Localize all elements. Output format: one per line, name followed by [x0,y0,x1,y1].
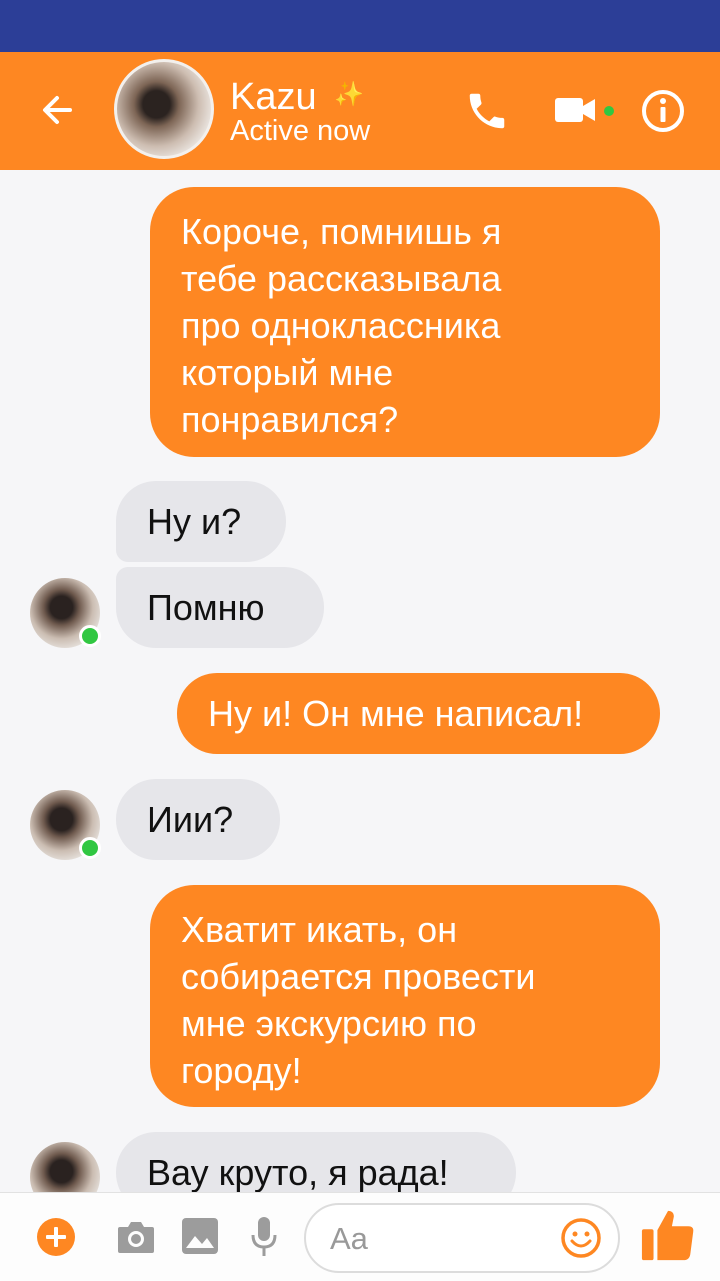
message-input-placeholder: Aa [330,1221,368,1256]
message-thread[interactable]: Короче, помнишь я тебе рассказывала про … [0,170,720,1192]
contact-status: Active now [230,115,371,147]
conversation-header: Kazu ✨ Active now [0,52,720,170]
incoming-message[interactable]: Вау круто, я рада! [116,1132,516,1192]
message-line: мне экскурсию по [181,1003,477,1044]
message-line: Короче, помнишь я [181,211,502,252]
message-line: который мне [181,352,394,393]
status-bar [0,0,720,52]
message-text: Помню [147,587,265,628]
message-text: Иии? [147,799,234,840]
emoji-icon[interactable] [560,1217,602,1259]
microphone-icon[interactable] [249,1215,279,1259]
sender-avatar[interactable] [30,1142,100,1192]
message-line: собирается провести [181,956,536,997]
contact-avatar[interactable] [114,59,214,159]
gallery-icon[interactable] [181,1217,219,1255]
sparkle-icon: ✨ [334,81,364,108]
message-composer: Aa [0,1192,720,1281]
phone-call-icon[interactable] [464,88,510,134]
incoming-message[interactable]: Помню [116,567,324,648]
outgoing-message[interactable]: Короче, помнишь я тебе рассказывала про … [150,187,660,457]
message-text: Ну и! Он мне написал! [208,693,584,734]
incoming-message[interactable]: Ну и? [116,481,286,562]
online-status-dot [79,625,101,647]
online-status-dot [79,837,101,859]
info-icon[interactable] [640,88,686,134]
back-arrow-icon[interactable] [30,82,86,138]
outgoing-message[interactable]: Хватит икать, он собирается провести мне… [150,885,660,1107]
plus-icon[interactable] [36,1217,76,1257]
message-line: Хватит икать, он [181,909,458,950]
camera-icon[interactable] [115,1219,157,1255]
incoming-message[interactable]: Иии? [116,779,280,860]
video-call-icon[interactable] [553,92,599,128]
message-input[interactable]: Aa [304,1203,620,1273]
message-line: городу! [181,1050,302,1091]
message-line: понравился? [181,399,399,440]
message-text: Ну и? [147,501,242,542]
thumbs-up-icon[interactable] [640,1205,698,1265]
contact-name[interactable]: Kazu [230,78,317,116]
outgoing-message[interactable]: Ну и! Он мне написал! [177,673,660,754]
message-line: тебе рассказывала [181,258,502,299]
video-active-dot [604,106,614,116]
message-line: про одноклассника [181,305,501,346]
message-text: Вау круто, я рада! [147,1152,449,1192]
